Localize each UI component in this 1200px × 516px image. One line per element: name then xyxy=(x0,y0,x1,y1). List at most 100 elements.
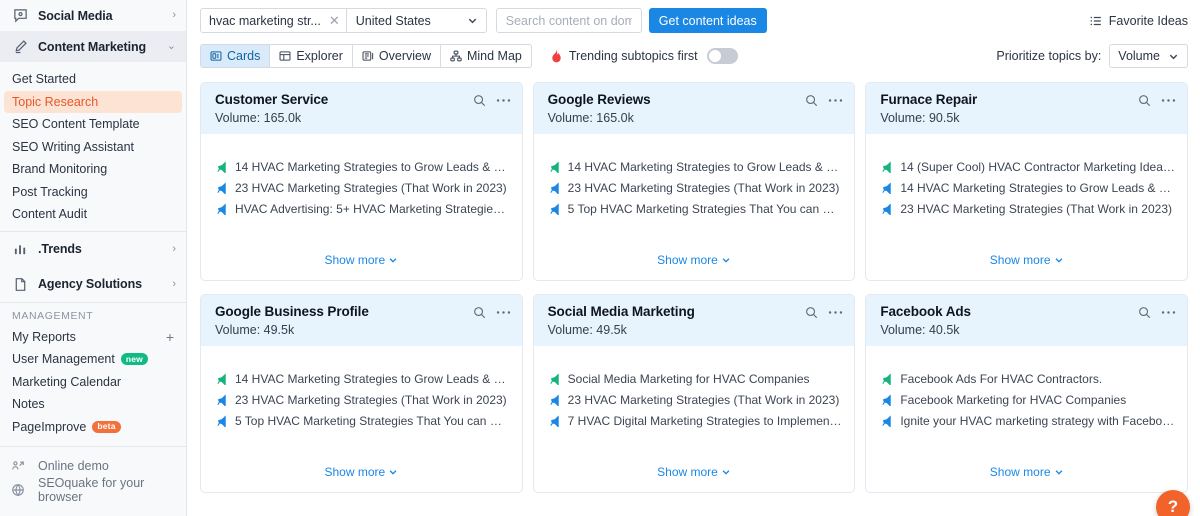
domain-search-field[interactable] xyxy=(495,8,642,33)
tab-explorer[interactable]: Explorer xyxy=(270,45,353,67)
sidebar-item-user-management[interactable]: User Management new xyxy=(4,348,182,371)
help-button[interactable]: ? xyxy=(1156,490,1190,516)
topic-idea-item[interactable]: 7 HVAC Digital Marketing Strategies to I… xyxy=(548,410,842,431)
toggle-switch[interactable] xyxy=(706,48,738,64)
topic-idea-item[interactable]: 14 HVAC Marketing Strategies to Grow Lea… xyxy=(215,368,510,389)
topic-idea-item[interactable]: 14 HVAC Marketing Strategies to Grow Lea… xyxy=(880,177,1175,198)
topic-idea-item[interactable]: 23 HVAC Marketing Strategies (That Work … xyxy=(548,177,843,198)
topic-idea-item[interactable]: Facebook Ads For HVAC Contractors. xyxy=(880,368,1175,389)
sidebar-item-notes[interactable]: Notes xyxy=(4,393,182,416)
more-options-icon[interactable] xyxy=(1161,98,1176,103)
keyword-input[interactable]: hvac marketing str... ✕ xyxy=(200,8,347,33)
sidebar-nav-label: Social Media xyxy=(38,8,113,23)
topic-idea-item[interactable]: 5 Top HVAC Marketing Strategies That You… xyxy=(548,198,842,219)
show-more-button[interactable]: Show more xyxy=(990,253,1064,267)
search-input[interactable] xyxy=(505,13,632,28)
search-icon[interactable] xyxy=(1138,306,1151,319)
megaphone-icon xyxy=(217,182,227,194)
topic-idea-item[interactable]: Facebook Marketing for HVAC Companies xyxy=(880,389,1175,410)
sidebar-item-seoquake[interactable]: SEOquake for your browser xyxy=(0,476,186,504)
topic-idea-item[interactable]: Ignite your HVAC marketing strategy with… xyxy=(880,410,1175,431)
trending-subtopics-toggle[interactable]: Trending subtopics first xyxy=(550,48,738,64)
database-select[interactable]: United States xyxy=(346,8,487,33)
search-icon[interactable] xyxy=(473,94,486,107)
topic-card[interactable]: Google Business Profile Volume: 49.5k 14… xyxy=(200,294,523,493)
more-options-icon[interactable] xyxy=(496,98,511,103)
add-report-icon[interactable]: + xyxy=(166,330,174,344)
clear-icon[interactable]: ✕ xyxy=(329,13,340,29)
megaphone-icon xyxy=(882,161,892,173)
megaphone-icon xyxy=(217,394,227,406)
sidebar-nav-trends[interactable]: .Trends › xyxy=(0,232,186,267)
toolbar-row-search: hvac marketing str... ✕ United States Ge… xyxy=(200,8,1188,33)
sidebar-item-get-started[interactable]: Get Started xyxy=(4,68,182,91)
megaphone-icon xyxy=(882,182,892,194)
megaphone-icon xyxy=(880,160,893,173)
sidebar-nav-label: .Trends xyxy=(38,242,82,256)
search-icon[interactable] xyxy=(805,94,818,107)
show-more-button[interactable]: Show more xyxy=(990,465,1064,479)
topic-card[interactable]: Social Media Marketing Volume: 49.5k Soc… xyxy=(532,294,856,493)
megaphone-icon xyxy=(215,181,228,194)
sidebar-item-topic-research[interactable]: Topic Research xyxy=(4,90,182,113)
topic-idea-item[interactable]: 14 HVAC Marketing Strategies to Grow Lea… xyxy=(548,156,842,177)
sidebar-item-label: Notes xyxy=(12,397,45,412)
search-icon[interactable] xyxy=(805,306,818,319)
sidebar-nav-agency-solutions[interactable]: Agency Solutions › xyxy=(0,267,186,302)
sidebar-item-content-audit[interactable]: Content Audit xyxy=(4,203,182,226)
sidebar-item-seo-writing-assistant[interactable]: SEO Writing Assistant xyxy=(4,136,182,159)
topic-idea-item[interactable]: 23 HVAC Marketing Strategies (That Work … xyxy=(215,177,510,198)
topic-card-volume: Volume: 49.5k xyxy=(547,323,627,337)
social-media-icon xyxy=(11,7,29,25)
topic-idea-item[interactable]: 14 (Super Cool) HVAC Contractor Marketin… xyxy=(880,156,1175,177)
sidebar-item-online-demo[interactable]: Online demo xyxy=(0,454,186,478)
sidebar-item-marketing-calendar[interactable]: Marketing Calendar xyxy=(4,371,182,394)
topic-idea-item[interactable]: 5 Top HVAC Marketing Strategies That You… xyxy=(215,410,510,431)
topic-card-volume: Volume: 90.5k xyxy=(880,111,960,125)
sidebar-nav-social-media[interactable]: Social Media › xyxy=(0,0,186,31)
more-options-icon[interactable] xyxy=(1161,310,1176,315)
prioritize-select[interactable]: Volume xyxy=(1109,44,1188,68)
more-options-icon[interactable] xyxy=(828,310,843,315)
sidebar-item-post-tracking[interactable]: Post Tracking xyxy=(4,181,182,204)
topic-card[interactable]: Facebook Ads Volume: 40.5k Facebook Ads … xyxy=(865,294,1188,493)
toolbar-row-views: Cards Explorer Overview Mind Map Trendin… xyxy=(200,44,1188,68)
sidebar-item-my-reports[interactable]: My Reports + xyxy=(4,326,182,349)
topic-idea-item[interactable]: 23 HVAC Marketing Strategies (That Work … xyxy=(215,389,510,410)
sidebar-item-seo-content-template[interactable]: SEO Content Template xyxy=(4,113,182,136)
topic-card-volume: Volume: 49.5k xyxy=(215,323,295,337)
search-icon[interactable] xyxy=(1138,94,1151,107)
topic-idea-item[interactable]: HVAC Advertising: 5+ HVAC Marketing Stra… xyxy=(215,198,510,219)
show-more-label: Show more xyxy=(989,465,1051,479)
sidebar-nav-content-marketing[interactable]: Content Marketing ⌄ xyxy=(0,31,186,62)
search-icon[interactable] xyxy=(473,306,486,319)
topic-idea-item[interactable]: 23 HVAC Marketing Strategies (That Work … xyxy=(880,198,1175,219)
show-more-button[interactable]: Show more xyxy=(657,465,731,479)
show-more-button[interactable]: Show more xyxy=(324,465,398,479)
more-options-icon[interactable] xyxy=(828,98,843,103)
tab-overview[interactable]: Overview xyxy=(352,45,441,67)
topic-idea-item[interactable]: 14 HVAC Marketing Strategies to Grow Lea… xyxy=(215,156,510,177)
topic-card-header: Google Business Profile Volume: 49.5k xyxy=(201,295,522,346)
favorite-ideas-button[interactable]: Favorite Ideas xyxy=(1089,14,1188,28)
topic-idea-text: 14 HVAC Marketing Strategies to Grow Lea… xyxy=(235,371,510,386)
topic-card[interactable]: Furnace Repair Volume: 90.5k 14 (Super C… xyxy=(865,82,1188,281)
topic-idea-item[interactable]: 23 HVAC Marketing Strategies (That Work … xyxy=(548,389,843,410)
topic-idea-text: Ignite your HVAC marketing strategy with… xyxy=(900,413,1175,428)
chevron-down-icon xyxy=(389,258,397,263)
topic-card-header: Social Media Marketing Volume: 49.5k xyxy=(533,295,855,346)
sidebar-item-pageimprove[interactable]: PageImprove beta xyxy=(4,416,182,439)
sidebar-item-brand-monitoring[interactable]: Brand Monitoring xyxy=(4,158,182,181)
more-options-icon[interactable] xyxy=(496,310,511,315)
topic-idea-item[interactable]: Social Media Marketing for HVAC Companie… xyxy=(548,368,843,389)
show-more-button[interactable]: Show more xyxy=(324,253,398,267)
tab-mind-map[interactable]: Mind Map xyxy=(440,45,531,67)
tab-cards[interactable]: Cards xyxy=(201,45,271,67)
show-more-button[interactable]: Show more xyxy=(657,253,731,267)
topic-idea-text: 23 HVAC Marketing Strategies (That Work … xyxy=(567,392,840,407)
chevron-down-icon xyxy=(722,470,730,475)
topic-card[interactable]: Customer Service Volume: 165.0k 14 HVAC … xyxy=(200,82,523,281)
topic-idea-text: Facebook Marketing for HVAC Companies xyxy=(900,392,1127,407)
topic-card[interactable]: Google Reviews Volume: 165.0k 14 HVAC Ma… xyxy=(532,82,856,281)
get-content-ideas-button[interactable]: Get content ideas xyxy=(648,8,767,33)
